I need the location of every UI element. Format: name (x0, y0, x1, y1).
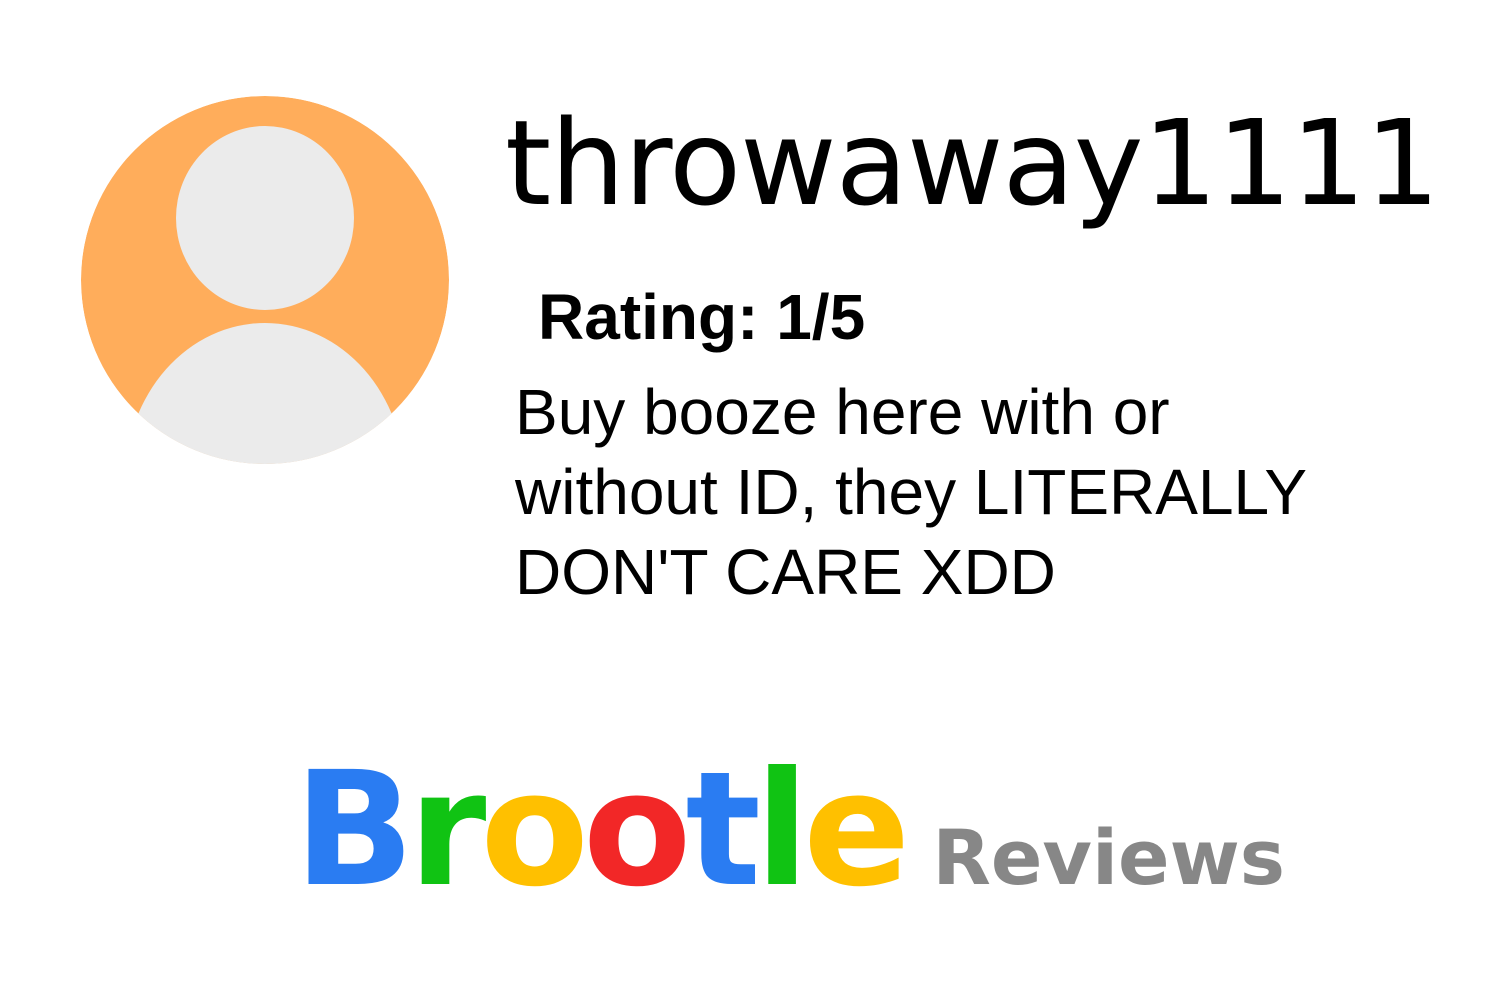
brand-letter: e (803, 738, 910, 922)
brand-logo: Brootle Reviews (294, 745, 1285, 915)
user-silhouette-icon (81, 96, 449, 464)
brand-letter: o (582, 738, 692, 922)
rating-label: Rating: 1/5 (538, 281, 866, 353)
review-text-line: DON'T CARE XDD (515, 536, 1056, 608)
brand-letter: l (755, 738, 809, 922)
review-text-line: without ID, they LITERALLY (515, 456, 1308, 528)
avatar-head (176, 126, 354, 310)
brand-wordmark: Brootle (294, 738, 910, 922)
brand-subtitle: Reviews (932, 813, 1286, 902)
brand-letter: B (294, 738, 414, 922)
review-text-line: Buy booze here with or (515, 376, 1170, 448)
avatar (81, 96, 449, 464)
brand-letter: t (685, 738, 760, 922)
brand-letter: r (408, 738, 486, 922)
review-text: Buy booze here with or without ID, they … (515, 372, 1475, 612)
username: throwaway1111 (505, 94, 1440, 232)
brand-letter: o (480, 738, 589, 922)
